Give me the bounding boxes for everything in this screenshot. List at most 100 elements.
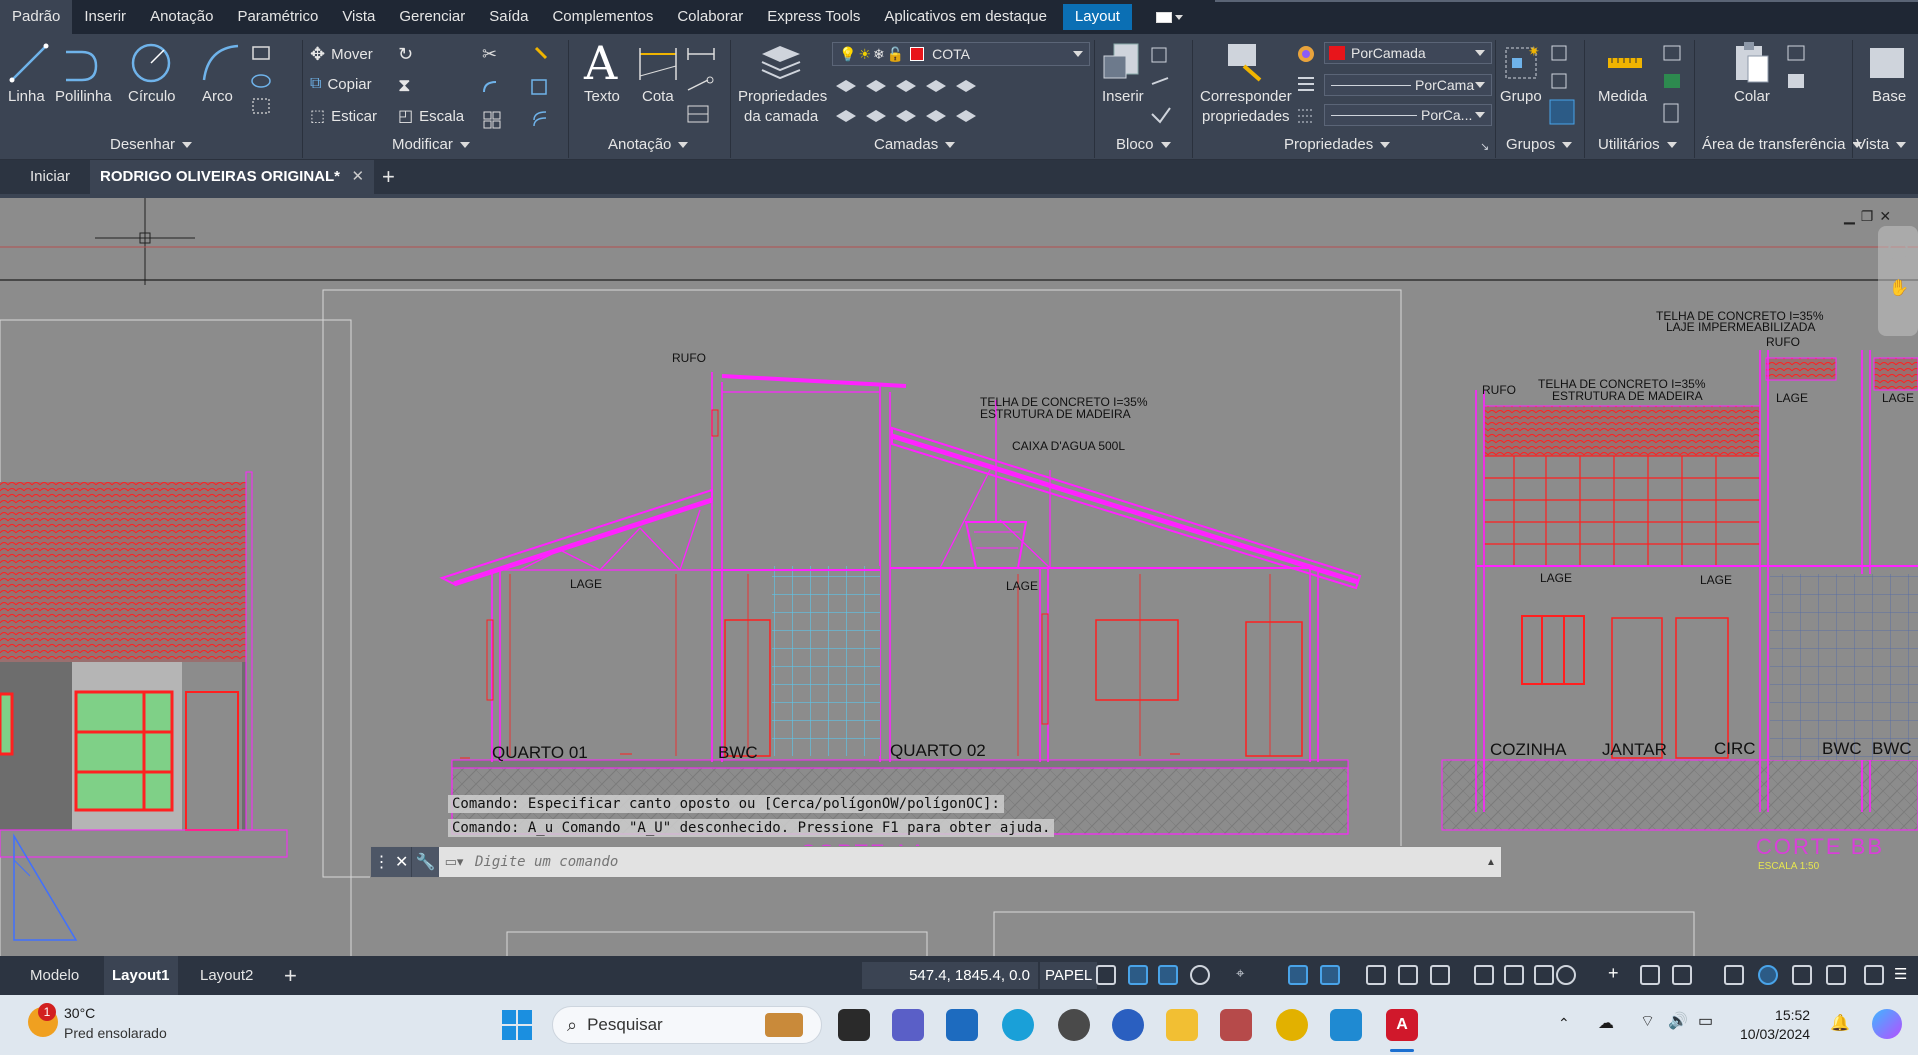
- copilot-icon[interactable]: [1872, 1009, 1902, 1039]
- esticar-button[interactable]: ⬚ Esticar: [310, 106, 377, 126]
- mirror-button[interactable]: ⧗: [398, 75, 411, 96]
- tab-current-drawing[interactable]: RODRIGO OLIVEIRAS ORIGINAL* ✕: [90, 160, 375, 194]
- medida-button[interactable]: Medida: [1598, 88, 1647, 105]
- app-icon[interactable]: [1220, 1009, 1252, 1041]
- polar-icon[interactable]: [1190, 965, 1210, 985]
- cortana-icon[interactable]: [1112, 1009, 1144, 1041]
- command-line-grip[interactable]: ⋮ ✕: [371, 847, 411, 877]
- drawing-canvas[interactable]: RUFO TELHA DE CONCRETO I=35% ESTRUTURA D…: [0, 198, 1918, 956]
- propriedades-camada-line2[interactable]: da camada: [744, 108, 818, 125]
- windows-start-icon[interactable]: [502, 1010, 532, 1040]
- selection-cycling-icon[interactable]: [1430, 965, 1450, 985]
- mover-button[interactable]: ✥ Mover: [310, 44, 373, 65]
- model-space-icon[interactable]: [1096, 965, 1116, 985]
- tab-modelo[interactable]: Modelo: [22, 956, 87, 995]
- taskbar-search[interactable]: ⌕ Pesquisar: [552, 1006, 822, 1044]
- new-tab-button[interactable]: +: [372, 160, 405, 194]
- inserir-button[interactable]: Inserir: [1102, 88, 1144, 105]
- notification-bell-icon[interactable]: 🔔: [1830, 1013, 1850, 1033]
- panel-grupos[interactable]: Grupos: [1506, 136, 1572, 153]
- base-view-icon[interactable]: [1866, 40, 1910, 84]
- panel-area-transferencia[interactable]: Área de transferência: [1702, 136, 1862, 153]
- panel-propriedades[interactable]: Propriedades: [1284, 136, 1390, 153]
- block-small-icons[interactable]: [1148, 44, 1178, 134]
- viewport-window-controls[interactable]: ▁❐✕: [1844, 208, 1897, 225]
- text-icon[interactable]: A: [584, 36, 617, 90]
- circulo-button[interactable]: Círculo: [128, 88, 176, 105]
- corresponder-line1[interactable]: Corresponder: [1200, 88, 1292, 105]
- paste-icon[interactable]: [1730, 40, 1774, 84]
- transparency-icon[interactable]: [1398, 965, 1418, 985]
- panel-anotacao[interactable]: Anotação: [608, 136, 688, 153]
- group-icon[interactable]: ✷: [1502, 40, 1546, 84]
- steering-wheel-icon[interactable]: [1888, 240, 1908, 260]
- volume-icon[interactable]: 🔊: [1668, 1011, 1688, 1031]
- chevron-up-icon[interactable]: ⌃: [1558, 1015, 1570, 1032]
- battery-icon[interactable]: ▭: [1698, 1011, 1713, 1031]
- cota-button[interactable]: Cota: [642, 88, 674, 105]
- draw-small-tools-icon[interactable]: [250, 44, 290, 144]
- close-icon[interactable]: ✕: [395, 852, 408, 872]
- tab-inserir[interactable]: Inserir: [72, 0, 138, 34]
- tab-aplicativos[interactable]: Aplicativos em destaque: [872, 0, 1059, 34]
- group-small-icons[interactable]: [1548, 42, 1578, 142]
- linha-button[interactable]: Linha: [8, 88, 45, 105]
- insert-block-icon[interactable]: [1100, 40, 1144, 84]
- tab-vista[interactable]: Vista: [330, 0, 387, 34]
- snap-icon[interactable]: [1158, 965, 1178, 985]
- measure-icon[interactable]: [1604, 44, 1648, 84]
- grupo-button[interactable]: Grupo: [1500, 88, 1542, 105]
- viewport-frame-bottom[interactable]: [506, 931, 928, 956]
- panel-utilitarios[interactable]: Utilitários: [1598, 136, 1677, 153]
- otrack-icon[interactable]: [1288, 965, 1308, 985]
- onedrive-icon[interactable]: ☁: [1598, 1013, 1614, 1033]
- weather-desc[interactable]: Pred ensolarado: [64, 1025, 167, 1041]
- grid-icon[interactable]: [1128, 965, 1148, 985]
- tab-parametrico[interactable]: Paramétrico: [225, 0, 330, 34]
- modify-extra-icons[interactable]: ✂: [480, 42, 570, 132]
- prompt-icon[interactable]: ▭▾: [439, 854, 469, 870]
- linetype-dropdown[interactable]: PorCama: [1324, 74, 1492, 96]
- vscode-icon[interactable]: [1330, 1009, 1362, 1041]
- dimension-icon[interactable]: [636, 44, 680, 84]
- match-properties-icon[interactable]: [1224, 40, 1268, 84]
- weather-temp[interactable]: 30°C: [64, 1005, 95, 1021]
- tab-iniciar[interactable]: Iniciar: [20, 160, 80, 194]
- store-icon[interactable]: [946, 1009, 978, 1041]
- tab-gerenciar[interactable]: Gerenciar: [387, 0, 477, 34]
- layer-dropdown[interactable]: 💡 ☀ ❄ 🔓 COTA: [832, 42, 1090, 66]
- corresponder-line2[interactable]: propriedades: [1202, 108, 1290, 125]
- panel-modificar[interactable]: Modificar: [392, 136, 470, 153]
- lock-ui-icon[interactable]: [1672, 965, 1692, 985]
- layer-tools-icons[interactable]: [832, 74, 982, 132]
- polilinha-button[interactable]: Polilinha: [55, 88, 112, 105]
- teams-icon[interactable]: [892, 1009, 924, 1041]
- tab-anotacao[interactable]: Anotação: [138, 0, 225, 34]
- dynamic-ucs-icon[interactable]: [1320, 965, 1340, 985]
- clipboard-small-icons[interactable]: [1784, 42, 1820, 102]
- isolate-icon[interactable]: [1724, 965, 1744, 985]
- tab-padrao[interactable]: Padrão: [0, 0, 73, 34]
- panel-bloco[interactable]: Bloco: [1116, 136, 1171, 153]
- settings-gear-icon[interactable]: [1058, 1009, 1090, 1041]
- tab-layout[interactable]: Layout: [1062, 4, 1132, 30]
- quick-properties-icon[interactable]: [1640, 965, 1660, 985]
- add-layout-button[interactable]: +: [276, 956, 305, 995]
- expand-corner-icon[interactable]: ↘: [1480, 140, 1489, 153]
- colar-button[interactable]: Colar: [1734, 88, 1770, 105]
- fullscreen-icon[interactable]: [1864, 965, 1884, 985]
- edge-icon[interactable]: [1002, 1009, 1034, 1041]
- tab-complementos[interactable]: Complementos: [540, 0, 665, 34]
- utility-small-icons[interactable]: [1660, 42, 1690, 142]
- command-input[interactable]: [469, 849, 1481, 875]
- layer-properties-icon[interactable]: [758, 40, 804, 82]
- tab-express-tools[interactable]: Express Tools: [755, 0, 872, 34]
- copiar-button[interactable]: ⧉ Copiar: [310, 75, 372, 93]
- autoscale-icon[interactable]: [1534, 965, 1554, 985]
- file-explorer-icon[interactable]: [1166, 1009, 1198, 1041]
- arco-button[interactable]: Arco: [202, 88, 233, 105]
- chrome-icon[interactable]: [1276, 1009, 1308, 1041]
- clock[interactable]: 15:52 10/03/2024: [1740, 1006, 1810, 1044]
- lineweight-icon[interactable]: [1366, 965, 1386, 985]
- panel-camadas[interactable]: Camadas: [874, 136, 955, 153]
